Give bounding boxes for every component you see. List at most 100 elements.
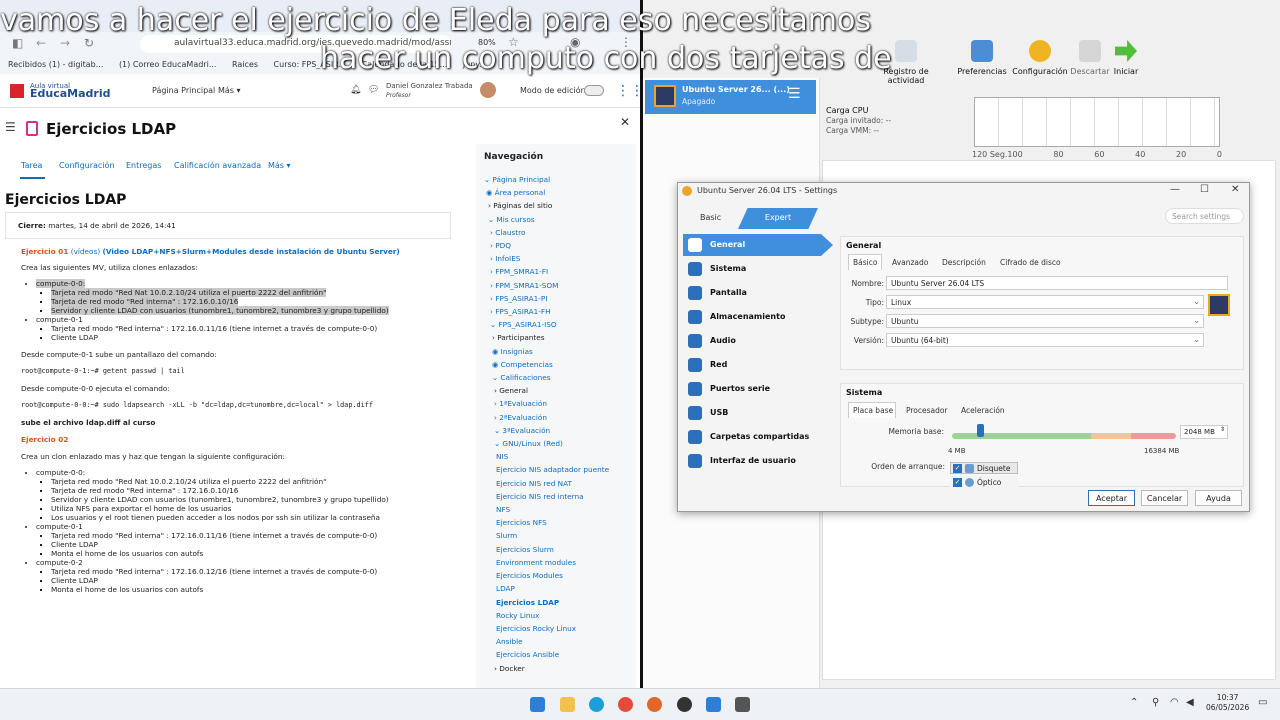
settings-section-1[interactable]: General xyxy=(683,234,833,256)
tab-placa-base[interactable]: Placa base xyxy=(853,406,893,415)
nav-tree-item[interactable]: Slurm xyxy=(484,529,636,542)
nav-tree-item[interactable]: › FPS_ASIRA1-PI xyxy=(484,292,636,305)
back-icon[interactable]: ← xyxy=(36,36,46,50)
tab-configuracion[interactable]: Configuración xyxy=(59,161,115,170)
url-input[interactable]: aulavirtual33.educa.madrid.org/ies.queve… xyxy=(140,35,452,53)
educamadrid-logo[interactable]: Aula virtual EducaMadrid xyxy=(30,82,110,99)
version-select[interactable]: Ubuntu (64-bit) ⌄ xyxy=(886,333,1204,347)
settings-section-9[interactable]: Carpetas compartidas xyxy=(683,426,833,448)
tab-basico[interactable]: Básico xyxy=(853,258,877,267)
maximize-icon[interactable]: ☐ xyxy=(1200,184,1209,195)
nav-tree-item[interactable]: Ejercicios LDAP xyxy=(484,596,636,609)
tab-aceleracion[interactable]: Aceleración xyxy=(961,406,1005,415)
nav-tree-item[interactable]: NIS xyxy=(484,450,636,463)
checkbox-checked-icon[interactable]: ✓ xyxy=(953,464,962,473)
chrome-icon[interactable] xyxy=(618,697,633,712)
volume-icon[interactable]: ◀ xyxy=(1186,697,1194,708)
cancel-button[interactable]: Cancelar xyxy=(1141,490,1188,506)
nav-tree-item[interactable]: Ejercicio NIS red interna xyxy=(484,490,636,503)
obs-icon[interactable] xyxy=(677,697,692,712)
tab-cifrado[interactable]: Cifrado de disco xyxy=(1000,258,1061,267)
settings-section-3[interactable]: Pantalla xyxy=(683,282,833,304)
nav-tree-item[interactable]: › FPM_SMRA1-SOM xyxy=(484,279,636,292)
toolbar-preferences-button[interactable]: Preferencias xyxy=(952,40,1012,76)
wifi-icon[interactable]: ◠ xyxy=(1170,697,1179,708)
nav-tree-item[interactable]: Ejercicios NFS xyxy=(484,516,636,529)
tab-avanzado[interactable]: Avanzado xyxy=(892,258,928,267)
vm-menu-icon[interactable]: ☰ xyxy=(788,86,801,102)
video-link[interactable]: (Video LDAP+NFS+Slurm+Modules desde inst… xyxy=(103,247,400,256)
nav-tree-item[interactable]: ⌄ 3ªEvaluación xyxy=(484,424,636,437)
nav-tree-item[interactable]: › Docker xyxy=(484,662,636,675)
avatar[interactable] xyxy=(480,82,496,98)
subtype-select[interactable]: Ubuntu ⌄ xyxy=(886,314,1204,328)
mode-basic-tab[interactable]: Basic xyxy=(700,213,721,222)
chat-icon[interactable]: 💬︎ xyxy=(368,85,379,95)
spin-arrows-icon[interactable]: ⇕ xyxy=(1220,426,1225,433)
bookmark-item[interactable]: Calendario de la 15... xyxy=(362,60,448,69)
settings-section-5[interactable]: Audio xyxy=(683,330,833,352)
forward-icon[interactable]: → xyxy=(60,36,70,50)
bookmark-item[interactable]: Recibidos (1) - digitab... xyxy=(8,60,103,69)
tab-procesador[interactable]: Procesador xyxy=(906,406,948,415)
bookmark-item[interactable]: Curso: FPS_ASIR... xyxy=(274,60,347,69)
bookmark-item[interactable]: Raices xyxy=(232,60,258,69)
firefox-icon[interactable] xyxy=(647,697,662,712)
nav-tree-item[interactable]: ⌄ Mis cursos xyxy=(484,213,636,226)
close-drawer-icon[interactable]: ✕ xyxy=(620,115,630,129)
settings-section-6[interactable]: Red xyxy=(683,354,833,376)
nav-tree-item[interactable]: Ejercicio NIS red NAT xyxy=(484,477,636,490)
profile-icon[interactable]: ◉ xyxy=(570,35,580,49)
nav-home-link[interactable]: Página Principal xyxy=(152,86,215,95)
zoom-level[interactable]: 80% xyxy=(478,38,496,47)
clock[interactable]: 10:37 06/05/2026 xyxy=(1206,693,1249,713)
windows-start-icon[interactable] xyxy=(530,697,545,712)
bookmark-item[interactable]: (1) Correo EducaMadri... xyxy=(119,60,217,69)
nav-tree-item[interactable]: Ansible xyxy=(484,635,636,648)
edit-mode-toggle[interactable] xyxy=(584,85,604,96)
nav-tree-item[interactable]: › FPS_ASIRA1-FH xyxy=(484,305,636,318)
usb-icon[interactable]: ⚲ xyxy=(1152,697,1159,708)
nav-tree-item[interactable]: ⌄ GNU/Linux (Red) xyxy=(484,437,636,450)
file-explorer-icon[interactable] xyxy=(560,697,575,712)
tab-more[interactable]: Más ▾ xyxy=(268,161,291,170)
settings-section-2[interactable]: Sistema xyxy=(683,258,833,280)
tab-descripcion[interactable]: Descripción xyxy=(942,258,986,267)
nav-tree-item[interactable]: ⌄ Calificaciones xyxy=(484,371,636,384)
app-icon[interactable] xyxy=(735,697,750,712)
type-select[interactable]: Linux ⌄ xyxy=(886,295,1204,309)
nav-tree-item[interactable]: Ejercicio NIS adaptador puente xyxy=(484,463,636,476)
nav-tree-item[interactable]: › General xyxy=(484,384,636,397)
nav-tree-item[interactable]: › FPM_SMRA1-FI xyxy=(484,265,636,278)
nav-tree-item[interactable]: › Participantes xyxy=(484,331,636,344)
tab-icon[interactable]: ◧ xyxy=(12,36,23,50)
checkbox-checked-icon[interactable]: ✓ xyxy=(953,478,962,487)
name-field[interactable]: Ubuntu Server 26.04 LTS xyxy=(886,276,1228,290)
toolbar-snapshots-button[interactable]: Registro de actividad xyxy=(876,40,936,85)
nav-tree-item[interactable]: ⌄ FPS_ASIRA1-ISO xyxy=(484,318,636,331)
nav-tree-item[interactable]: ⌄ Página Principal xyxy=(484,173,636,186)
nav-tree-item[interactable]: Ejercicios Rocky Linux xyxy=(484,622,636,635)
nav-tree-item[interactable]: ◉ Área personal xyxy=(484,186,636,199)
nav-tree-item[interactable]: Rocky Linux xyxy=(484,609,636,622)
virtualbox-icon[interactable] xyxy=(706,697,721,712)
bell-icon[interactable]: 🔔︎ xyxy=(350,85,361,95)
memory-spinbox[interactable]: 2048 MB ⇕ xyxy=(1180,425,1228,439)
boot-item-floppy[interactable]: ✓ Disquete xyxy=(950,462,1018,474)
videos-link[interactable]: (vídeos) xyxy=(71,247,100,256)
menu-icon[interactable]: ⋮ xyxy=(620,35,632,49)
nav-tree-item[interactable]: › Claustro xyxy=(484,226,636,239)
tab-calificacion-avanzada[interactable]: Calificación avanzada xyxy=(174,161,261,170)
nav-tree-item[interactable]: › PDQ xyxy=(484,239,636,252)
search-settings-input[interactable]: Search settings xyxy=(1165,208,1244,224)
memory-slider[interactable] xyxy=(952,433,1176,439)
mode-expert-tab[interactable]: Expert xyxy=(738,208,818,229)
settings-section-7[interactable]: Puertos serie xyxy=(683,378,833,400)
boot-item-optical[interactable]: ✓ Óptico xyxy=(950,476,1018,488)
bookmark-item[interactable]: Juny... xyxy=(463,60,487,69)
help-button[interactable]: Ayuda xyxy=(1195,490,1242,506)
nav-tree-item[interactable]: › InfoIES xyxy=(484,252,636,265)
nav-tree-item[interactable]: › 1ªEvaluación xyxy=(484,397,636,410)
close-icon[interactable]: ✕ xyxy=(1231,184,1239,195)
settings-section-4[interactable]: Almacenamiento xyxy=(683,306,833,328)
